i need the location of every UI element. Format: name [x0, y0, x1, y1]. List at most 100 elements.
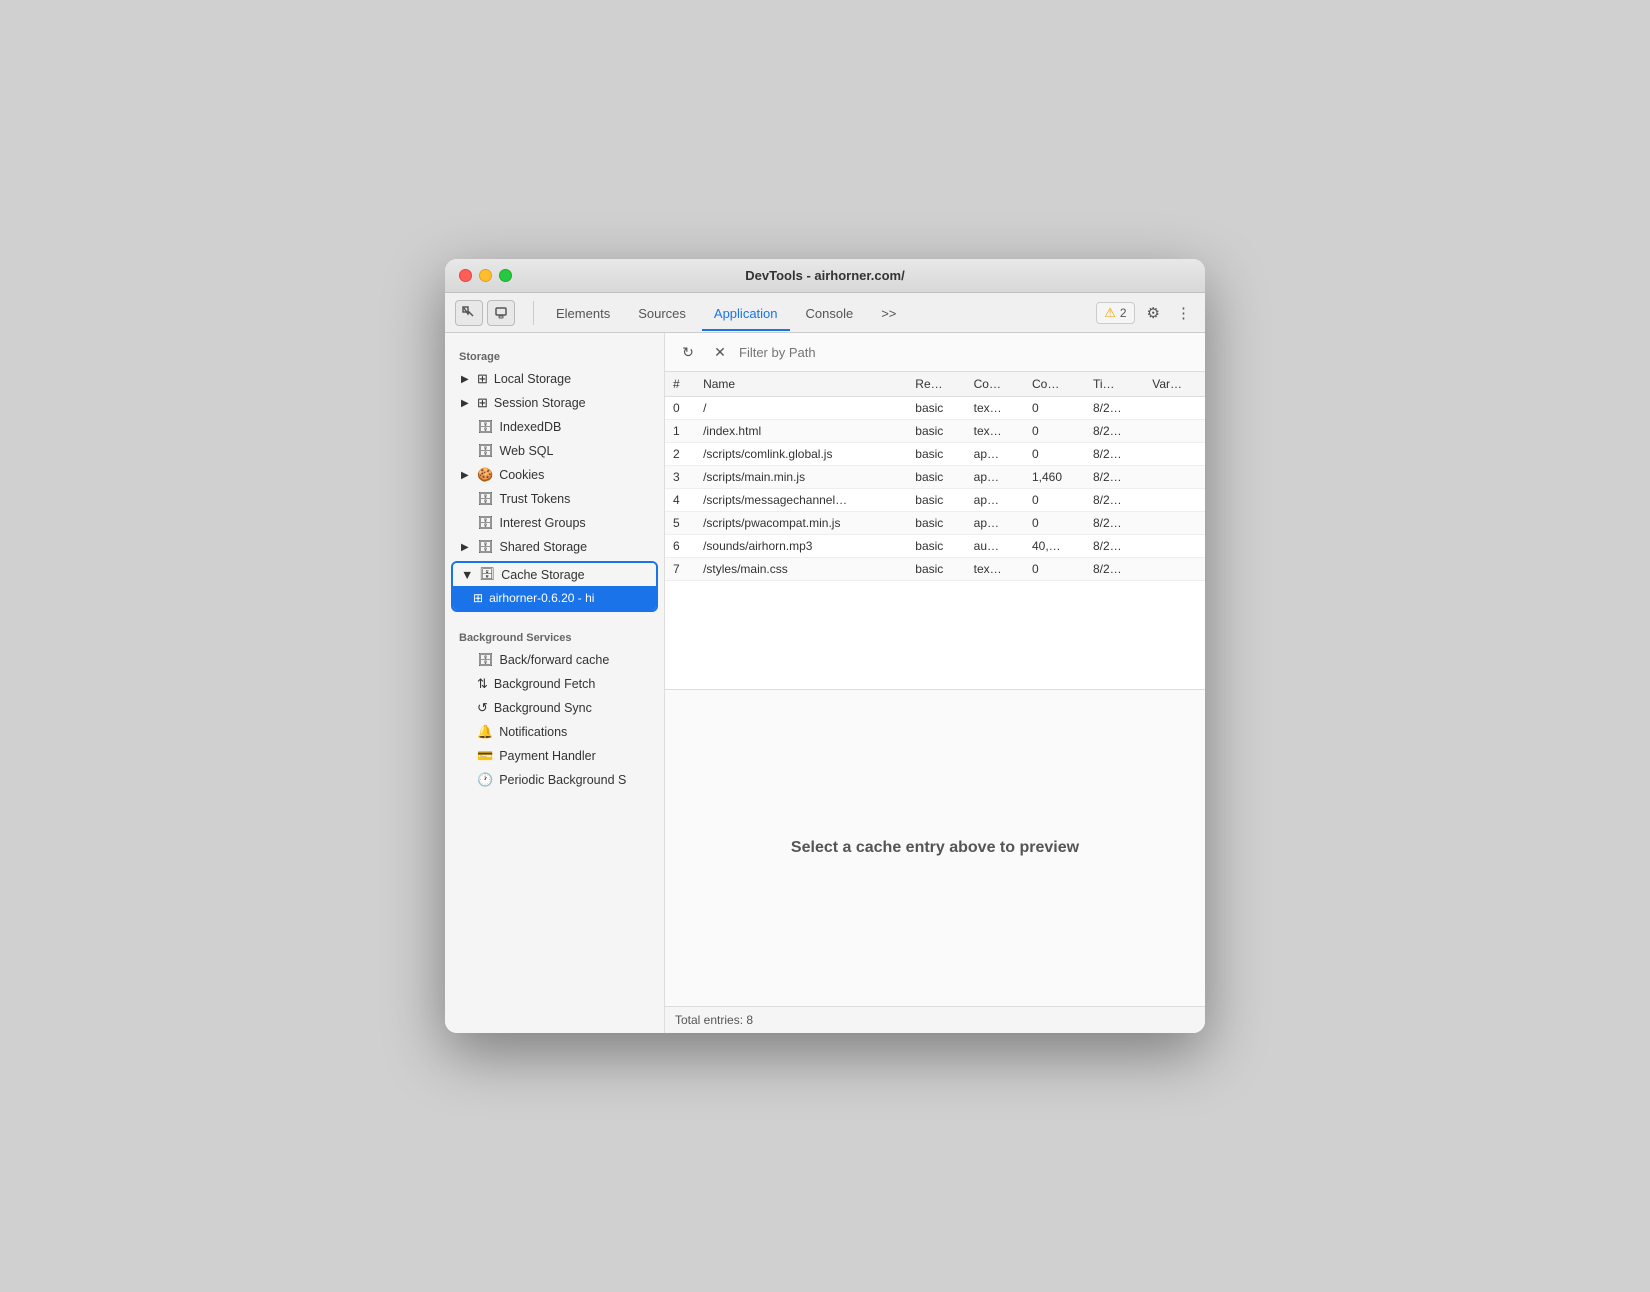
arrow-icon: ▼ — [461, 568, 473, 582]
tab-application[interactable]: Application — [702, 298, 790, 331]
cell-ti: 8/2… — [1085, 466, 1144, 489]
sidebar-item-back-forward-cache[interactable]: ▶ 🗄 Back/forward cache — [445, 648, 664, 672]
cell-ti: 8/2… — [1085, 558, 1144, 581]
grid-icon: ⊞ — [473, 591, 483, 605]
cell-co2: 40,… — [1024, 535, 1085, 558]
status-bar: Total entries: 8 — [665, 1006, 1205, 1033]
cell-name: /index.html — [695, 420, 907, 443]
arrow-icon: ▶ — [461, 542, 471, 553]
cell-co1: tex… — [966, 558, 1024, 581]
tab-elements[interactable]: Elements — [544, 298, 622, 331]
cell-name: /scripts/pwacompat.min.js — [695, 512, 907, 535]
col-name: Name — [695, 372, 907, 397]
cell-re: basic — [907, 443, 965, 466]
cell-re: basic — [907, 397, 965, 420]
sync-icon: ↺ — [477, 700, 488, 716]
arrow-icon: ▶ — [461, 470, 471, 481]
table-row[interactable]: 7 /styles/main.css basic tex… 0 8/2… — [665, 558, 1205, 581]
table-header-row: # Name Re… Co… Co… Ti… Var… — [665, 372, 1205, 397]
minimize-button[interactable] — [479, 269, 492, 282]
cell-re: basic — [907, 420, 965, 443]
cell-var — [1144, 466, 1205, 489]
cell-co1: au… — [966, 535, 1024, 558]
cache-storage-child[interactable]: ⊞ airhorner-0.6.20 - hi — [453, 586, 656, 610]
sidebar-item-background-fetch[interactable]: ▶ ⇅ Background Fetch — [445, 672, 664, 696]
refresh-button[interactable]: ↻ — [675, 339, 701, 365]
cache-storage-header[interactable]: ▼ 🗄 Cache Storage — [453, 563, 656, 586]
cell-var — [1144, 558, 1205, 581]
preview-text: Select a cache entry above to preview — [791, 839, 1079, 857]
sidebar-item-background-sync[interactable]: ▶ ↺ Background Sync — [445, 696, 664, 720]
cell-num: 7 — [665, 558, 695, 581]
cell-re: basic — [907, 558, 965, 581]
toolbar-icons — [455, 300, 515, 326]
sidebar-item-trust-tokens[interactable]: ▶ 🗄 Trust Tokens — [445, 487, 664, 511]
cell-co1: ap… — [966, 489, 1024, 512]
cell-ti: 8/2… — [1085, 443, 1144, 466]
maximize-button[interactable] — [499, 269, 512, 282]
cell-co2: 0 — [1024, 397, 1085, 420]
cell-co2: 0 — [1024, 512, 1085, 535]
toolbar-right: ⚠ 2 ⚙ ⋮ — [1096, 300, 1195, 326]
cell-ti: 8/2… — [1085, 512, 1144, 535]
sidebar-item-indexed-db[interactable]: ▶ 🗄 IndexedDB — [445, 415, 664, 439]
sidebar-item-shared-storage[interactable]: ▶ 🗄 Shared Storage — [445, 535, 664, 559]
content: Storage ▶ ⊞ Local Storage ▶ ⊞ Session St… — [445, 333, 1205, 1033]
cell-num: 4 — [665, 489, 695, 512]
settings-icon[interactable]: ⚙ — [1143, 300, 1164, 326]
cell-ti: 8/2… — [1085, 489, 1144, 512]
table-row[interactable]: 1 /index.html basic tex… 0 8/2… — [665, 420, 1205, 443]
filter-input[interactable] — [739, 345, 1195, 360]
inspect-icon[interactable] — [455, 300, 483, 326]
cell-name: / — [695, 397, 907, 420]
sidebar-item-notifications[interactable]: ▶ 🔔 Notifications — [445, 720, 664, 744]
sidebar-item-periodic-background[interactable]: ▶ 🕐 Periodic Background S — [445, 768, 664, 792]
cell-co2: 0 — [1024, 420, 1085, 443]
sidebar-item-cookies[interactable]: ▶ 🍪 Cookies — [445, 463, 664, 487]
table-row[interactable]: 0 / basic tex… 0 8/2… — [665, 397, 1205, 420]
cell-co1: tex… — [966, 420, 1024, 443]
clock-icon: 🕐 — [477, 772, 493, 788]
warning-icon: ⚠ — [1104, 305, 1116, 321]
db-icon: 🗄 — [477, 491, 494, 507]
cell-re: basic — [907, 489, 965, 512]
tab-more[interactable]: >> — [869, 298, 908, 331]
more-options-icon[interactable]: ⋮ — [1172, 300, 1195, 326]
sidebar-item-payment-handler[interactable]: ▶ 💳 Payment Handler — [445, 744, 664, 768]
cell-co1: ap… — [966, 512, 1024, 535]
clear-button[interactable]: ✕ — [707, 339, 733, 365]
sidebar-item-session-storage[interactable]: ▶ ⊞ Session Storage — [445, 391, 664, 415]
tab-sources[interactable]: Sources — [626, 298, 698, 331]
warning-badge[interactable]: ⚠ 2 — [1096, 302, 1134, 324]
sidebar-item-interest-groups[interactable]: ▶ 🗄 Interest Groups — [445, 511, 664, 535]
table-row[interactable]: 2 /scripts/comlink.global.js basic ap… 0… — [665, 443, 1205, 466]
cell-co2: 1,460 — [1024, 466, 1085, 489]
devtools-window: DevTools - airhorner.com/ Elements Sourc — [445, 259, 1205, 1033]
table-row[interactable]: 5 /scripts/pwacompat.min.js basic ap… 0 … — [665, 512, 1205, 535]
close-button[interactable] — [459, 269, 472, 282]
bell-icon: 🔔 — [477, 724, 493, 740]
col-re: Re… — [907, 372, 965, 397]
sidebar-item-web-sql[interactable]: ▶ 🗄 Web SQL — [445, 439, 664, 463]
toolbar-divider — [533, 301, 534, 325]
table-row[interactable]: 3 /scripts/main.min.js basic ap… 1,460 8… — [665, 466, 1205, 489]
cell-ti: 8/2… — [1085, 420, 1144, 443]
preview-area: Select a cache entry above to preview — [665, 689, 1205, 1007]
tab-console[interactable]: Console — [794, 298, 866, 331]
cell-co2: 0 — [1024, 489, 1085, 512]
table-body: 0 / basic tex… 0 8/2… 1 /index.html basi… — [665, 397, 1205, 581]
db-icon: 🗄 — [477, 515, 494, 531]
db-icon: 🗄 — [477, 539, 494, 555]
cell-re: basic — [907, 512, 965, 535]
cell-co2: 0 — [1024, 443, 1085, 466]
table-row[interactable]: 4 /scripts/messagechannel… basic ap… 0 8… — [665, 489, 1205, 512]
titlebar: DevTools - airhorner.com/ — [445, 259, 1205, 293]
sidebar-item-local-storage[interactable]: ▶ ⊞ Local Storage — [445, 367, 664, 391]
arrows-icon: ⇅ — [477, 676, 488, 692]
db-icon: 🗄 — [477, 419, 494, 435]
card-icon: 💳 — [477, 748, 493, 764]
table-row[interactable]: 6 /sounds/airhorn.mp3 basic au… 40,… 8/2… — [665, 535, 1205, 558]
grid-icon: ⊞ — [477, 395, 488, 411]
cell-var — [1144, 489, 1205, 512]
device-icon[interactable] — [487, 300, 515, 326]
